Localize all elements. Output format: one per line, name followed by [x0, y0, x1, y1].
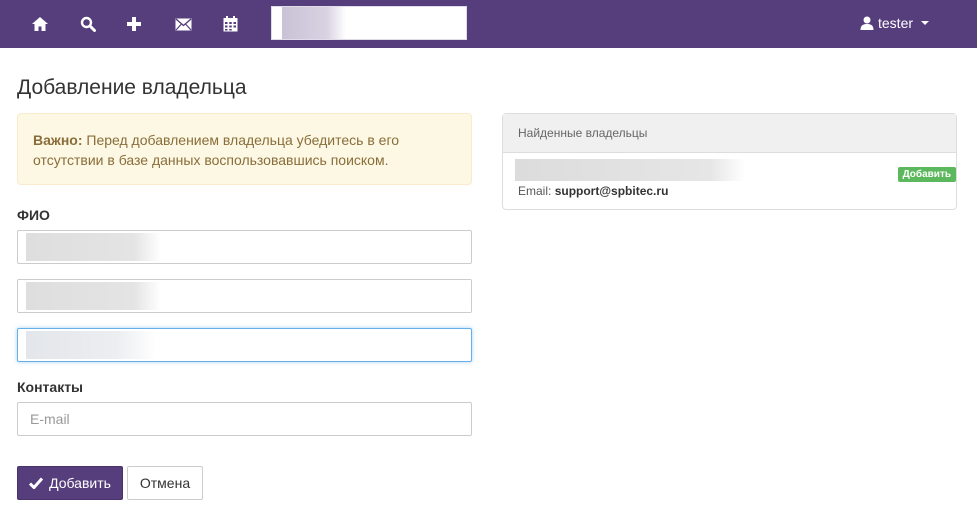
plus-icon[interactable]	[122, 12, 146, 36]
fio-label: ФИО	[17, 207, 50, 223]
cancel-button[interactable]: Отмена	[127, 466, 203, 500]
envelope-icon[interactable]	[171, 12, 195, 36]
owner-email: Email: support@spbitec.ru	[518, 184, 668, 198]
last-name-field[interactable]	[17, 230, 472, 264]
calendar-icon[interactable]	[218, 12, 242, 36]
check-icon	[29, 477, 44, 489]
warning-alert: Важно: Перед добавлением владельца убеди…	[17, 113, 472, 185]
user-icon	[860, 16, 874, 30]
owner-email-label: Email:	[518, 184, 552, 198]
caret-down-icon	[921, 21, 930, 25]
alert-text: Перед добавлением владельца убедитесь в …	[33, 132, 400, 168]
middle-name-input[interactable]	[18, 329, 471, 361]
owner-email-value: support@spbitec.ru	[554, 184, 669, 198]
add-found-owner-button[interactable]: Добавить	[897, 167, 956, 182]
panel-heading: Найденные владельцы	[503, 114, 956, 153]
redacted-owner-name	[515, 159, 745, 181]
navbar-search-input[interactable]	[272, 7, 466, 39]
user-name: tester	[878, 15, 914, 31]
email-field[interactable]	[17, 402, 472, 436]
first-name-field[interactable]	[17, 279, 472, 313]
page-title: Добавление владельца	[17, 76, 247, 99]
last-name-input[interactable]	[18, 231, 471, 263]
add-owner-label: Добавить	[49, 475, 111, 491]
cancel-label: Отмена	[139, 475, 191, 491]
contacts-label: Контакты	[17, 379, 84, 395]
email-input[interactable]	[18, 403, 471, 435]
alert-strong: Важно:	[33, 132, 83, 148]
first-name-input[interactable]	[18, 280, 471, 312]
found-owners-panel: Найденные владельцы Email: support@spbit…	[502, 113, 957, 210]
home-icon[interactable]	[28, 12, 52, 36]
navbar-search-field[interactable]	[271, 6, 467, 40]
add-owner-button[interactable]: Добавить	[17, 466, 123, 500]
user-menu[interactable]: tester	[860, 13, 930, 33]
top-navbar: tester	[0, 0, 977, 48]
search-icon[interactable]	[76, 12, 100, 36]
middle-name-field[interactable]	[17, 328, 472, 362]
